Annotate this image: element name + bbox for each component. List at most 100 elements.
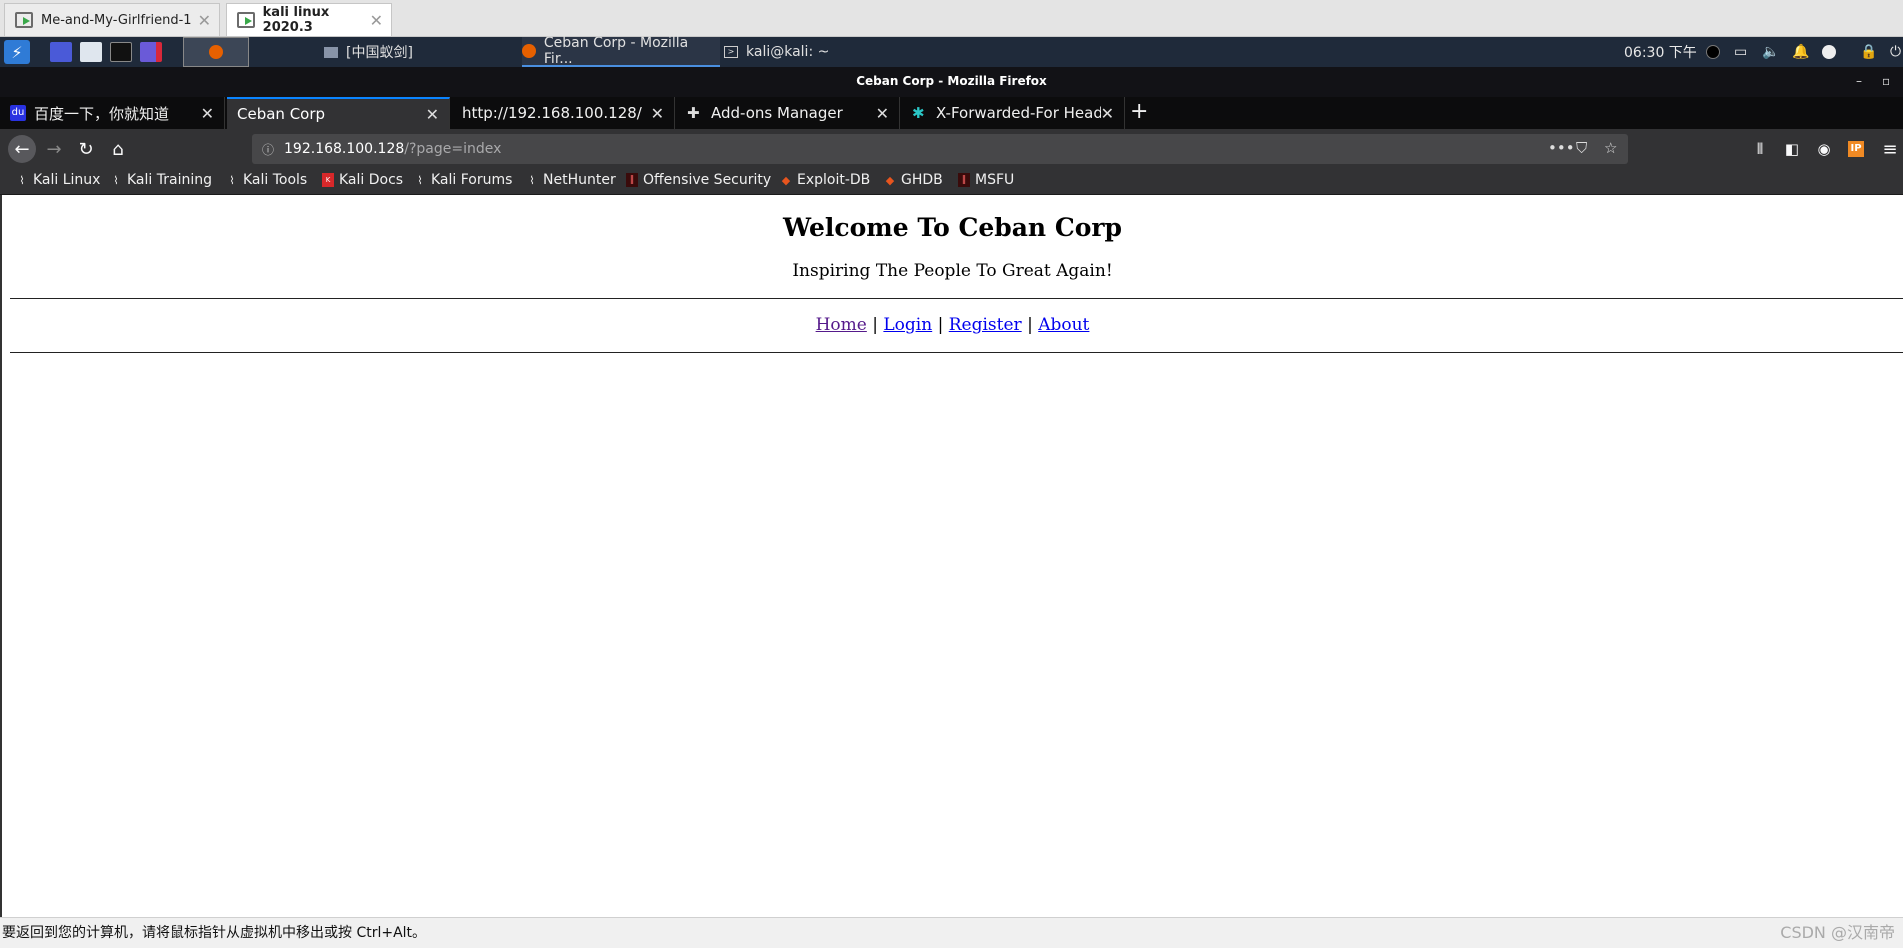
close-icon[interactable]: ✕ <box>651 104 664 123</box>
vm-icon <box>237 12 255 28</box>
desktop-icon <box>50 42 72 62</box>
kali-menu-button[interactable]: ⚡ <box>4 37 30 67</box>
bookmark-label: Kali Training <box>127 172 212 188</box>
minimize-icon[interactable]: – <box>1856 67 1862 95</box>
nav-separator: | <box>872 315 878 335</box>
nav-link-home[interactable]: Home <box>816 315 867 335</box>
tab-ip-address[interactable]: http://192.168.100.128/ ✕ <box>452 97 675 129</box>
bookmark-kali-linux[interactable]: ⌇ Kali Linux <box>16 172 100 188</box>
task-label: Ceban Corp - Mozilla Fir... <box>543 35 689 67</box>
page-title: Welcome To Ceban Corp <box>782 213 1123 242</box>
baidu-icon: du <box>10 105 26 121</box>
firefox-tab-strip: du 百度一下，你就知道 ✕ Ceban Corp ✕ http://192.1… <box>0 97 1903 129</box>
new-tab-button[interactable]: + <box>1130 99 1148 124</box>
launcher-terminal[interactable] <box>110 37 132 67</box>
bookmarks-toolbar: ⌇ Kali Linux ⌇ Kali Training ⌇ Kali Tools K… <box>0 169 1903 195</box>
task-antsword[interactable]: [中国蚁剑] <box>324 37 413 67</box>
task-firefox[interactable]: Ceban Corp - Mozilla Fir... <box>522 35 720 67</box>
vm-tab-me-and-my-girlfriend[interactable]: Me-and-My-Girlfriend-1 ✕ <box>4 3 220 36</box>
offsec-icon: ‖ <box>626 173 638 187</box>
clock[interactable]: 06:30 下午 <box>1624 37 1697 67</box>
url-host: 192.168.100.128 <box>284 141 405 157</box>
tab-baidu[interactable]: du 百度一下，你就知道 ✕ <box>0 97 225 129</box>
bookmark-label: GHDB <box>901 172 943 188</box>
tray-status[interactable] <box>1706 37 1720 67</box>
status-message: 要返回到您的计算机，请将鼠标指针从虚拟机中移出或按 Ctrl+Alt。 <box>2 925 427 941</box>
ip-extension-button[interactable]: IP <box>1842 135 1870 163</box>
nav-link-about[interactable]: About <box>1038 315 1089 335</box>
tray-notifications[interactable]: 🔔 <box>1792 37 1809 67</box>
url-bar[interactable]: ⓘ 192.168.100.128/?page=index ••• ⛉ ☆ <box>252 134 1628 164</box>
close-icon[interactable]: ✕ <box>201 104 214 123</box>
recorder-icon <box>140 42 162 62</box>
bookmark-kali-forums[interactable]: ⌇ Kali Forums <box>414 172 512 188</box>
bookmark-label: Kali Forums <box>431 172 513 188</box>
bookmark-label: MSFU <box>975 172 1015 188</box>
back-button[interactable]: ← <box>8 135 36 163</box>
ghdb-icon: ◆ <box>885 173 895 187</box>
display-icon: ▭ <box>1734 44 1748 60</box>
bookmark-kali-docs[interactable]: K Kali Docs <box>322 172 403 188</box>
kali-top-panel: ⚡ [中国蚁剑] Ceban Corp - Mozilla Fir... > k… <box>0 35 1903 67</box>
close-icon[interactable]: ✕ <box>1101 104 1114 123</box>
close-icon[interactable]: ✕ <box>426 105 439 124</box>
bookmark-kali-training[interactable]: ⌇ Kali Training <box>110 172 212 188</box>
menu-button[interactable]: ≡ <box>1876 135 1903 163</box>
account-button[interactable]: ◉ <box>1810 135 1838 163</box>
tray-power[interactable]: ⏻ <box>1890 37 1901 67</box>
status-icon <box>1706 45 1720 59</box>
account-icon: ◉ <box>1817 140 1831 158</box>
launcher-file-manager[interactable] <box>80 37 102 67</box>
vm-icon <box>15 12 33 28</box>
nav-link-login[interactable]: Login <box>883 315 932 335</box>
maximize-icon[interactable]: ▫ <box>1882 67 1890 95</box>
tray-update[interactable] <box>1822 37 1836 67</box>
launcher-firefox[interactable] <box>183 37 249 67</box>
home-button[interactable]: ⌂ <box>104 135 132 163</box>
kali-dragon-icon: ⌇ <box>113 173 119 187</box>
bookmark-msfu[interactable]: ‖ MSFU <box>958 172 1014 188</box>
bookmark-exploit-db[interactable]: ◆ Exploit-DB <box>780 172 871 188</box>
puzzle-icon: ✚ <box>687 104 700 122</box>
library-button[interactable]: ⫴ <box>1746 135 1774 163</box>
bookmark-kali-tools[interactable]: ⌇ Kali Tools <box>226 172 307 188</box>
tab-x-forwarded-for[interactable]: ✱ X-Forwarded-For Heade ✕ <box>902 97 1125 129</box>
window-icon <box>324 46 338 58</box>
tray-display[interactable]: ▭ <box>1734 37 1747 67</box>
tray-volume[interactable]: 🔈 <box>1762 37 1779 67</box>
tab-addons-manager[interactable]: ✚ Add-ons Manager ✕ <box>677 97 900 129</box>
launcher-show-desktop[interactable] <box>50 37 72 67</box>
tab-label: http://192.168.100.128/ <box>462 104 642 122</box>
kali-dragon-icon: ⌇ <box>19 173 25 187</box>
close-icon[interactable]: ✕ <box>876 104 889 123</box>
reload-button[interactable]: ↻ <box>72 135 100 163</box>
tray-lock[interactable]: 🔒 <box>1860 37 1877 67</box>
task-terminal[interactable]: > kali@kali: ~ <box>724 37 829 67</box>
window-title: Ceban Corp - Mozilla Firefox <box>856 74 1047 88</box>
close-icon[interactable]: ✕ <box>198 11 211 30</box>
page-tagline: Inspiring The People To Great Again! <box>792 261 1113 281</box>
page-actions-icon[interactable]: ••• <box>1548 139 1575 157</box>
vm-tab-kali-linux[interactable]: kali linux 2020.3 ✕ <box>226 3 392 36</box>
firefox-nav-bar: ← → ↻ ⌂ ⓘ 192.168.100.128/?page=index ••… <box>0 129 1903 169</box>
nav-link-register[interactable]: Register <box>949 315 1022 335</box>
pocket-icon[interactable]: ⛉ <box>1576 139 1587 157</box>
task-label: [中国蚁剑] <box>346 45 413 61</box>
bookmark-label: Kali Linux <box>33 172 101 188</box>
bookmark-ghdb[interactable]: ◆ GHDB <box>884 172 943 188</box>
divider <box>10 298 1903 299</box>
tab-ceban-corp[interactable]: Ceban Corp ✕ <box>227 97 450 129</box>
bookmark-offensive-security[interactable]: ‖ Offensive Security <box>626 172 771 188</box>
divider <box>10 352 1903 353</box>
bookmark-nethunter[interactable]: ⌇ NetHunter <box>526 172 615 188</box>
bookmark-star-icon[interactable]: ☆ <box>1604 139 1617 157</box>
info-icon[interactable]: ⓘ <box>262 141 274 158</box>
close-icon[interactable]: ✕ <box>370 11 383 30</box>
forward-button[interactable]: → <box>40 135 68 163</box>
web-page: Welcome To Ceban Corp Inspiring The Peop… <box>0 195 1903 917</box>
sidebar-button[interactable]: ◧ <box>1778 135 1806 163</box>
terminal-icon <box>110 42 132 62</box>
launcher-screen-recorder[interactable] <box>140 37 162 67</box>
firefox-icon <box>209 45 223 59</box>
bookmark-label: Kali Tools <box>243 172 308 188</box>
